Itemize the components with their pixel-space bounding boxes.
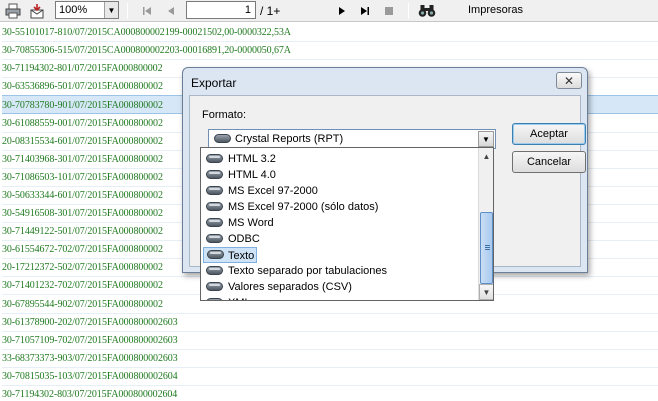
stop-icon xyxy=(385,7,393,15)
zoom-select[interactable]: 100% ▼ xyxy=(55,1,119,19)
format-option-label: Valores separados (CSV) xyxy=(228,281,352,293)
format-type-icon xyxy=(206,218,223,227)
report-line: 33-68373373-903/07/2015FA000800002603 xyxy=(2,349,658,368)
grip-line xyxy=(485,247,490,248)
report-line: 30-71194302-803/07/2015FA000800002604 xyxy=(2,385,658,401)
format-option-label: ODBC xyxy=(228,233,260,245)
last-page-icon xyxy=(361,7,369,15)
last-page-button[interactable] xyxy=(356,0,374,22)
format-option-label: MS Excel 97-2000 (sólo datos) xyxy=(228,201,379,213)
format-option-label: HTML 3.2 xyxy=(228,153,276,165)
format-type-icon xyxy=(206,154,223,163)
format-option-label: MS Excel 97-2000 xyxy=(228,185,318,197)
dialog-title: Exportar xyxy=(191,76,237,90)
page-number-input[interactable]: 1 xyxy=(186,1,256,19)
page-total-label: / 1+ xyxy=(260,4,281,18)
next-page-button[interactable] xyxy=(333,0,351,22)
format-option[interactable]: Texto separado por tabulaciones xyxy=(201,263,477,279)
first-page-button[interactable] xyxy=(138,0,156,22)
toolbar-separator xyxy=(408,3,409,19)
close-icon: ✕ xyxy=(563,73,575,88)
export-button[interactable] xyxy=(27,0,47,22)
format-option-label: MS Word xyxy=(228,217,274,229)
cancel-button[interactable]: Cancelar xyxy=(512,151,586,173)
format-type-icon xyxy=(206,186,223,195)
first-page-icon xyxy=(143,7,151,15)
format-option[interactable]: ODBC xyxy=(201,231,477,247)
report-line: 30-70855306-515/07/2015CA000800002203-00… xyxy=(2,41,658,61)
toolbar-separator xyxy=(127,3,128,19)
chevron-down-icon[interactable]: ▼ xyxy=(104,2,118,18)
format-type-icon xyxy=(214,134,231,143)
format-option[interactable]: Texto xyxy=(203,247,257,263)
format-option-label: Texto xyxy=(228,250,255,262)
format-type-icon xyxy=(206,298,223,300)
format-option[interactable]: HTML 4.0 xyxy=(201,167,477,183)
format-type-icon xyxy=(206,202,223,211)
format-type-icon xyxy=(206,234,223,243)
format-selected-value: Crystal Reports (RPT) xyxy=(235,133,344,145)
format-dropdown-list[interactable]: HTML 3.2 HTML 4.0 MS Excel 97-2000 MS Excel… xyxy=(200,147,494,301)
report-line: 30-55101017-810/07/2015CA000800002199-00… xyxy=(2,23,658,42)
format-option[interactable]: XML xyxy=(201,295,477,300)
binoculars-icon xyxy=(418,5,436,17)
export-icon xyxy=(30,4,44,19)
chevron-down-icon[interactable]: ▼ xyxy=(478,131,494,147)
format-option[interactable]: MS Word xyxy=(201,215,477,231)
report-line: 30-70815035-103/07/2015FA000800002604 xyxy=(2,367,658,386)
format-option[interactable]: Valores separados (CSV) xyxy=(201,279,477,295)
close-button[interactable]: ✕ xyxy=(556,72,582,89)
scroll-down-icon[interactable]: ▼ xyxy=(479,284,493,300)
toolbar: 100% ▼ 1 / 1+ Impresoras xyxy=(0,0,658,22)
scroll-up-icon[interactable]: ▲ xyxy=(479,148,493,164)
format-option[interactable]: HTML 3.2 xyxy=(201,151,477,167)
report-line: 30-71057109-702/07/2015FA000800002603 xyxy=(2,331,658,350)
print-button[interactable] xyxy=(3,0,23,22)
format-select[interactable]: Crystal Reports (RPT) ▼ xyxy=(208,129,496,149)
find-button[interactable] xyxy=(416,0,438,22)
format-option[interactable]: MS Excel 97-2000 xyxy=(201,183,477,199)
format-type-icon xyxy=(206,170,223,179)
format-option-label: Texto separado por tabulaciones xyxy=(228,265,387,277)
format-type-icon xyxy=(206,266,223,275)
scrollbar-thumb[interactable] xyxy=(480,212,493,284)
printers-label[interactable]: Impresoras xyxy=(468,4,523,16)
next-page-icon xyxy=(339,7,345,15)
prev-page-button[interactable] xyxy=(162,0,180,22)
format-type-icon xyxy=(206,282,223,291)
format-option[interactable]: MS Excel 97-2000 (sólo datos) xyxy=(201,199,477,215)
accept-button[interactable]: Aceptar xyxy=(512,123,586,145)
zoom-value: 100% xyxy=(59,4,88,16)
report-line: 30-61378900-202/07/2015FA000800002603 xyxy=(2,313,658,332)
format-option-label: HTML 4.0 xyxy=(228,169,276,181)
format-type-icon xyxy=(207,250,224,259)
list-scrollbar[interactable]: ▲ ▼ xyxy=(478,148,493,300)
printer-icon xyxy=(5,3,21,19)
prev-page-icon xyxy=(168,7,174,15)
grip-line xyxy=(485,249,490,250)
stop-button[interactable] xyxy=(380,0,398,22)
format-label: Formato: xyxy=(202,109,247,121)
format-option-label: XML xyxy=(228,297,251,300)
grip-line xyxy=(485,245,490,246)
